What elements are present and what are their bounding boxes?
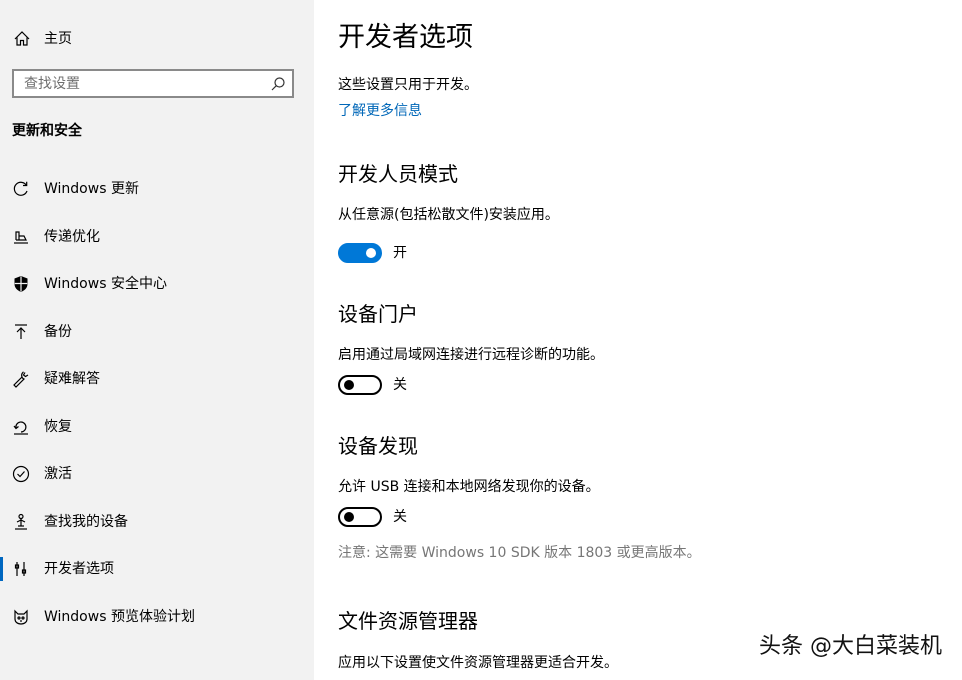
search-input[interactable] <box>24 75 264 93</box>
file-explorer-description: 应用以下设置使文件资源管理器更适合开发。 <box>338 655 618 671</box>
device-portal-title: 设备门户 <box>338 302 418 326</box>
sidebar-item-windows-update[interactable]: Windows 更新 <box>0 171 314 207</box>
sidebar-item-label: 激活 <box>44 466 72 482</box>
sidebar-item-delivery-optimization[interactable]: 传递优化 <box>0 219 314 255</box>
sidebar-item-label: 恢复 <box>44 419 72 435</box>
toggle-knob <box>344 380 354 390</box>
sidebar-item-label: 查找我的设备 <box>44 514 128 530</box>
watermark: 头条 @大白菜装机 <box>759 634 942 659</box>
section-title: 更新和安全 <box>12 123 82 139</box>
search-icon[interactable] <box>270 76 286 92</box>
sidebar-item-windows-security[interactable]: Windows 安全中心 <box>0 266 314 302</box>
sidebar-item-developer-options[interactable]: 开发者选项 <box>0 551 314 587</box>
device-portal-description: 启用通过局域网连接进行远程诊断的功能。 <box>338 347 604 363</box>
sidebar-item-label: 备份 <box>44 324 72 340</box>
backup-arrow-icon <box>11 322 31 342</box>
device-portal-toggle-label: 关 <box>393 377 407 393</box>
sidebar-item-label: Windows 更新 <box>44 181 139 197</box>
learn-more-link[interactable]: 了解更多信息 <box>338 101 422 121</box>
toggle-knob <box>344 512 354 522</box>
delivery-optimization-icon <box>11 227 31 247</box>
developer-mode-description: 从任意源(包括松散文件)安装应用。 <box>338 207 559 223</box>
developer-mode-toggle-label: 开 <box>393 245 407 261</box>
main-content: 开发者选项 这些设置只用于开发。 了解更多信息 开发人员模式 从任意源(包括松散… <box>314 0 962 680</box>
active-indicator <box>0 557 3 581</box>
sidebar-item-troubleshoot[interactable]: 疑难解答 <box>0 361 314 397</box>
device-portal-toggle[interactable] <box>338 375 382 395</box>
sidebar-item-activation[interactable]: 激活 <box>0 456 314 492</box>
sidebar-item-find-my-device[interactable]: 查找我的设备 <box>0 504 314 540</box>
sidebar-item-recovery[interactable]: 恢复 <box>0 409 314 445</box>
device-discovery-note: 注意: 这需要 Windows 10 SDK 版本 1803 或更高版本。 <box>338 545 701 561</box>
recovery-icon <box>11 417 31 437</box>
toggle-knob <box>366 248 376 258</box>
developer-icon <box>11 559 31 579</box>
device-discovery-title: 设备发现 <box>338 434 418 458</box>
file-explorer-title: 文件资源管理器 <box>338 609 478 633</box>
home-label: 主页 <box>44 31 72 47</box>
search-box[interactable] <box>12 69 294 98</box>
sidebar: 主页 更新和安全 Windows 更新 传递优化 <box>0 0 314 680</box>
device-discovery-description: 允许 USB 连接和本地网络发现你的设备。 <box>338 479 600 495</box>
home-nav-item[interactable]: 主页 <box>0 24 314 54</box>
wrench-icon <box>11 369 31 389</box>
sidebar-item-label: Windows 预览体验计划 <box>44 609 195 625</box>
refresh-icon <box>11 179 31 199</box>
device-discovery-toggle-label: 关 <box>393 509 407 525</box>
home-icon <box>12 29 32 49</box>
sidebar-item-label: 传递优化 <box>44 229 100 245</box>
shield-icon <box>11 274 31 294</box>
check-circle-icon <box>11 464 31 484</box>
sidebar-item-label: 开发者选项 <box>44 561 114 577</box>
sidebar-item-label: 疑难解答 <box>44 371 100 387</box>
sidebar-item-backup[interactable]: 备份 <box>0 314 314 350</box>
sidebar-item-windows-insider[interactable]: Windows 预览体验计划 <box>0 599 314 635</box>
device-discovery-toggle[interactable] <box>338 507 382 527</box>
insider-cat-icon <box>11 607 31 627</box>
sidebar-item-label: Windows 安全中心 <box>44 276 167 292</box>
intro-text: 这些设置只用于开发。 <box>338 77 478 93</box>
developer-mode-title: 开发人员模式 <box>338 162 458 186</box>
page-title: 开发者选项 <box>338 22 473 53</box>
developer-mode-toggle[interactable] <box>338 243 382 263</box>
find-device-icon <box>11 512 31 532</box>
